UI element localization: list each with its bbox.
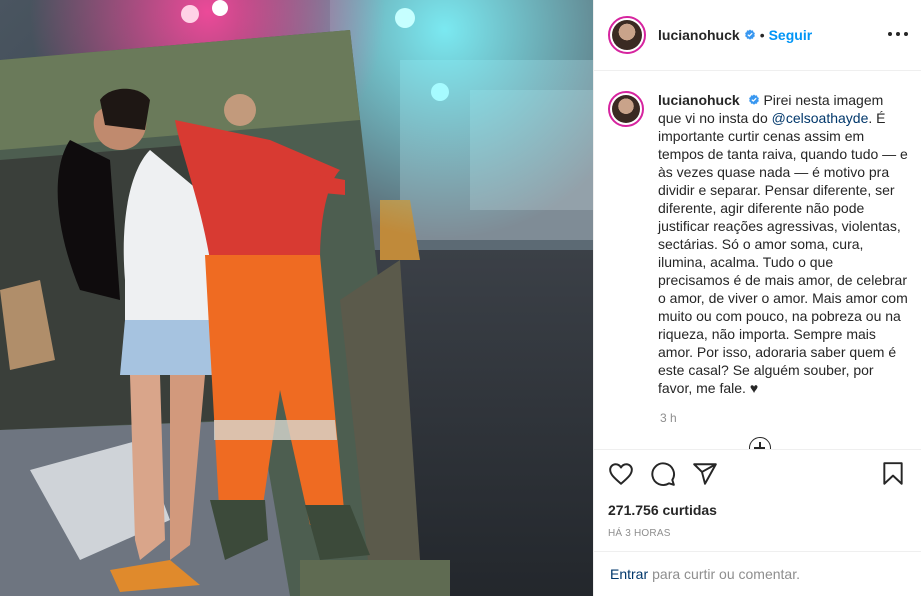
post-actions: 271.756 curtidas HÁ 3 HORAS bbox=[594, 449, 921, 551]
caption-username[interactable]: lucianohuck bbox=[658, 92, 740, 108]
post-photo[interactable] bbox=[0, 0, 593, 596]
caption-verified-badge-icon bbox=[748, 94, 759, 105]
post-image bbox=[0, 0, 593, 596]
caption-text: lucianohuck Pirei nesta imagem que vi no… bbox=[658, 91, 908, 397]
caption-body-end: . É importante curtir cenas assim em tem… bbox=[658, 110, 908, 396]
post-timestamp[interactable]: HÁ 3 HORAS bbox=[608, 528, 906, 539]
share-icon[interactable] bbox=[692, 461, 718, 487]
caption-mention-link[interactable]: @celsoathayde bbox=[772, 110, 869, 126]
login-prompt: Entrar para curtir ou comentar. bbox=[594, 551, 921, 596]
more-options-icon[interactable] bbox=[888, 24, 908, 44]
post-sidebar: lucianohuck • Seguir lucianohuck Pirei n… bbox=[593, 0, 921, 596]
avatar[interactable] bbox=[608, 16, 646, 54]
header-separator: • bbox=[759, 27, 765, 43]
login-link[interactable]: Entrar bbox=[610, 566, 648, 582]
bookmark-icon[interactable] bbox=[880, 461, 906, 487]
action-icons bbox=[608, 460, 906, 488]
login-prompt-text: para curtir ou comentar. bbox=[652, 566, 800, 582]
plus-circle-icon[interactable] bbox=[749, 437, 771, 449]
caption-time: 3 h bbox=[660, 411, 677, 425]
comments-section: lucianohuck Pirei nesta imagem que vi no… bbox=[594, 71, 921, 449]
heart-icon[interactable] bbox=[608, 461, 634, 487]
caption-avatar[interactable] bbox=[608, 91, 644, 127]
follow-button[interactable]: Seguir bbox=[769, 27, 813, 43]
comment-icon[interactable] bbox=[650, 461, 676, 487]
avatar-image bbox=[612, 20, 642, 50]
caption-avatar-image bbox=[612, 95, 640, 123]
header-username[interactable]: lucianohuck bbox=[658, 27, 740, 43]
likes-count[interactable]: 271.756 curtidas bbox=[608, 502, 906, 518]
verified-badge-icon bbox=[744, 29, 755, 40]
caption: lucianohuck Pirei nesta imagem que vi no… bbox=[608, 91, 908, 397]
post-header: lucianohuck • Seguir bbox=[594, 0, 921, 71]
